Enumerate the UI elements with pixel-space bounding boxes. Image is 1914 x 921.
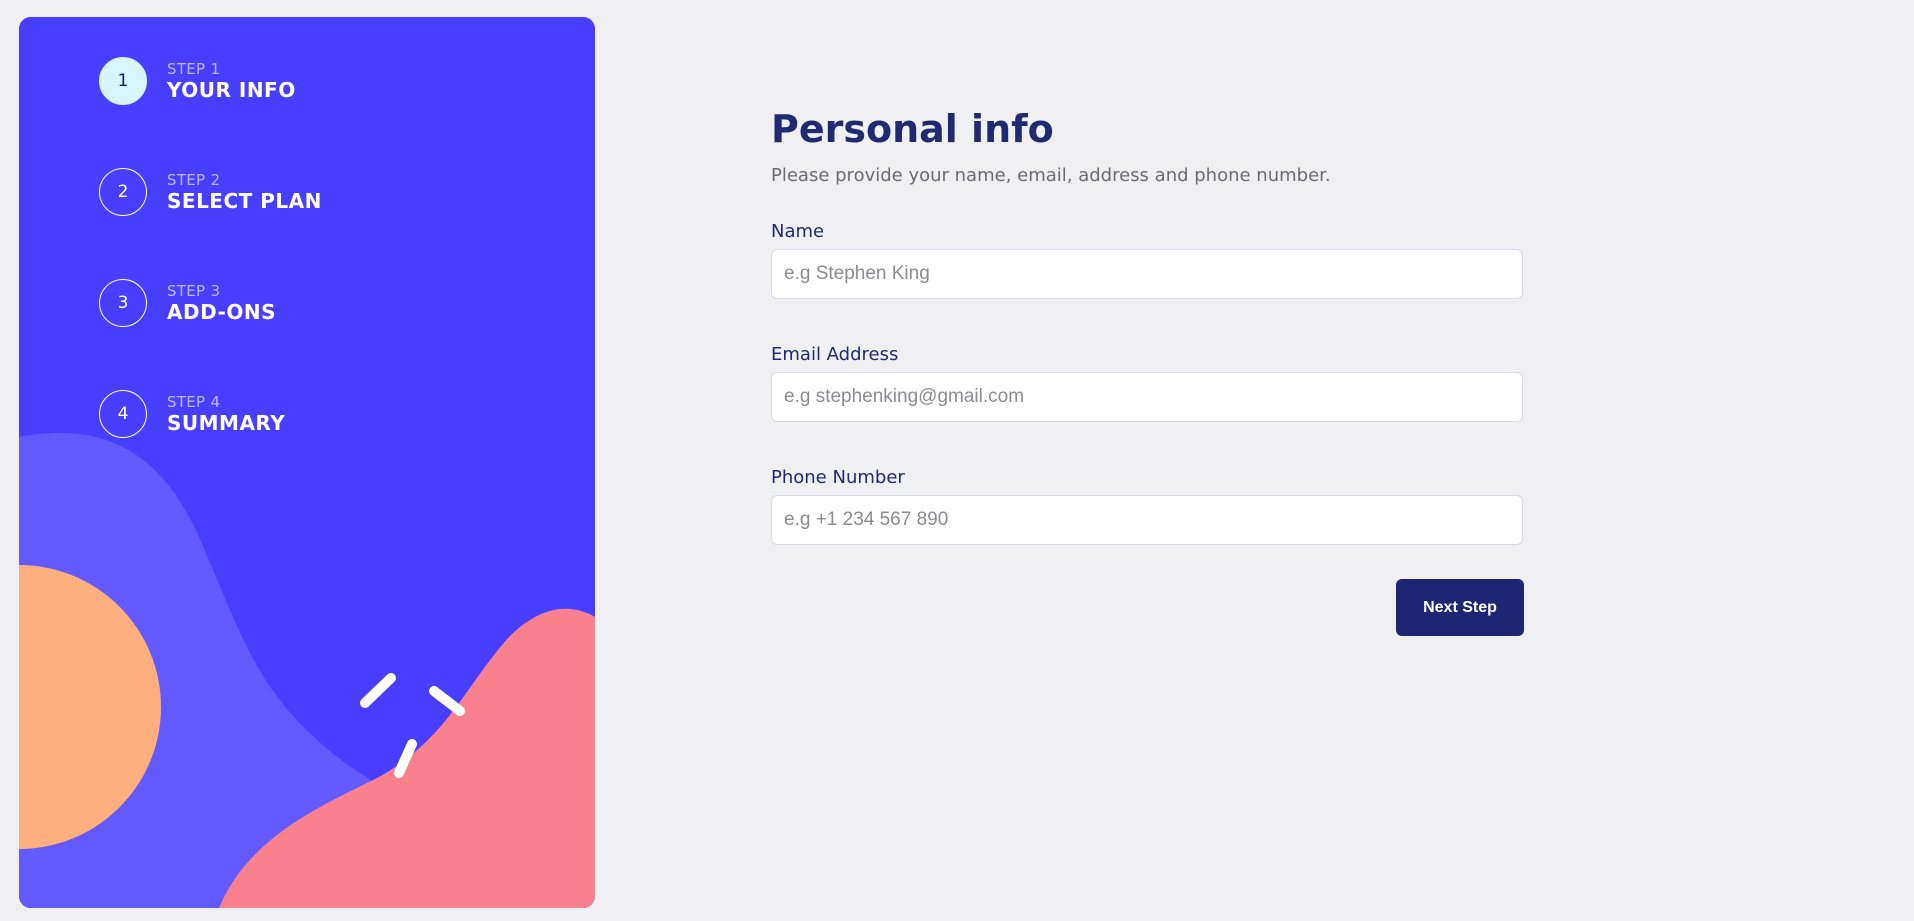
step-text: STEP 4 SUMMARY bbox=[167, 393, 285, 435]
step-label: STEP 1 bbox=[167, 60, 221, 78]
step-label: STEP 3 bbox=[167, 282, 221, 300]
next-step-button[interactable]: Next Step bbox=[1396, 579, 1524, 636]
phone-label: Phone Number bbox=[771, 467, 905, 488]
step-number: 4 bbox=[99, 390, 147, 438]
step-text: STEP 2 SELECT PLAN bbox=[167, 171, 322, 213]
step-number: 2 bbox=[99, 168, 147, 216]
step-number: 1 bbox=[99, 57, 147, 105]
email-input[interactable] bbox=[771, 372, 1523, 422]
step-number: 3 bbox=[99, 279, 147, 327]
email-label: Email Address bbox=[771, 344, 899, 365]
step-title: SUMMARY bbox=[167, 411, 286, 435]
phone-field-group: Phone Number bbox=[771, 466, 1523, 545]
personal-info-form: Personal info Please provide your name, … bbox=[771, 100, 1524, 636]
sidebar: 1 STEP 1 YOUR INFO 2 STEP 2 SELECT PLAN … bbox=[19, 17, 595, 908]
name-label: Name bbox=[771, 221, 825, 242]
step-title: SELECT PLAN bbox=[167, 189, 322, 213]
name-field-group: Name bbox=[771, 220, 1523, 299]
step-3[interactable]: 3 STEP 3 ADD-ONS bbox=[99, 279, 276, 327]
sidebar-background-illustration bbox=[19, 17, 595, 908]
step-text: STEP 3 ADD-ONS bbox=[167, 282, 276, 324]
step-title: YOUR INFO bbox=[167, 78, 296, 102]
step-2[interactable]: 2 STEP 2 SELECT PLAN bbox=[99, 168, 322, 216]
step-4[interactable]: 4 STEP 4 SUMMARY bbox=[99, 390, 285, 438]
email-field-group: Email Address bbox=[771, 343, 1523, 422]
page-title: Personal info bbox=[771, 107, 1054, 151]
step-1[interactable]: 1 STEP 1 YOUR INFO bbox=[99, 57, 296, 105]
phone-input[interactable] bbox=[771, 495, 1523, 545]
step-title: ADD-ONS bbox=[167, 300, 276, 324]
page: 1 STEP 1 YOUR INFO 2 STEP 2 SELECT PLAN … bbox=[0, 0, 1914, 921]
step-text: STEP 1 YOUR INFO bbox=[167, 60, 296, 102]
step-label: STEP 2 bbox=[167, 171, 221, 189]
name-input[interactable] bbox=[771, 249, 1523, 299]
step-label: STEP 4 bbox=[167, 393, 221, 411]
page-subtitle: Please provide your name, email, address… bbox=[771, 165, 1331, 186]
